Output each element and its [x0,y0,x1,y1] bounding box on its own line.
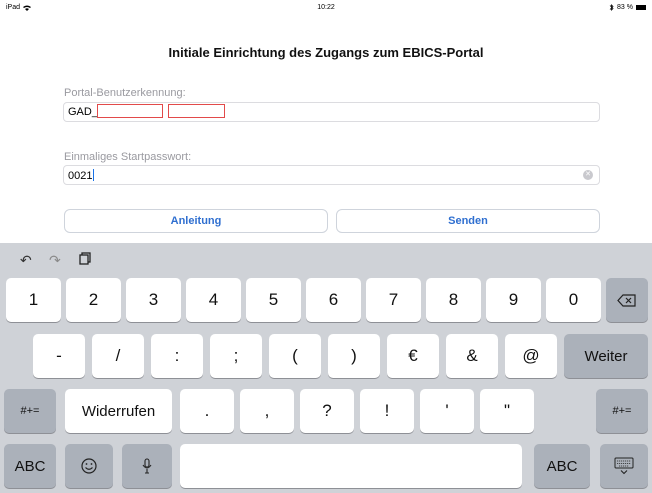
clear-icon[interactable]: ✕ [583,170,593,180]
password-field[interactable]: 0021 ✕ [63,165,600,185]
backspace-key[interactable] [606,278,648,322]
abc-key[interactable]: ABC [534,444,590,488]
key[interactable]: 4 [186,278,241,322]
key[interactable]: 7 [366,278,421,322]
redaction-box [97,104,163,118]
send-button[interactable]: Senden [336,209,600,233]
password-value: 0021 [68,169,95,182]
key[interactable]: 3 [126,278,181,322]
key[interactable]: ) [328,334,380,378]
key[interactable]: , [240,389,294,433]
key[interactable]: & [446,334,498,378]
microphone-icon [142,458,152,474]
key[interactable]: € [387,334,439,378]
backspace-icon [617,293,636,307]
user-id-label: Portal-Benutzerkennung: [64,87,186,99]
key[interactable]: 6 [306,278,361,322]
dictation-key[interactable] [122,444,172,488]
text-cursor [93,169,95,181]
key[interactable]: ? [300,389,354,433]
key[interactable]: ; [210,334,262,378]
keyboard: ↶ ↷ 1 2 3 4 5 6 7 8 9 0 - / : ; ( ) € & … [0,243,652,493]
key[interactable]: : [151,334,203,378]
symbols-shift-key[interactable]: #+= [4,389,56,433]
return-key[interactable]: Weiter [564,334,648,378]
key[interactable]: - [33,334,85,378]
key[interactable]: ! [360,389,414,433]
battery-icon [636,5,646,10]
bluetooth-icon [609,4,614,11]
redaction-box [168,104,225,118]
space-key[interactable] [180,444,522,488]
key[interactable]: 2 [66,278,121,322]
key[interactable]: ' [420,389,474,433]
undo-key[interactable]: Widerrufen [65,389,172,433]
keyboard-toolbar: ↶ ↷ [0,243,652,275]
emoji-icon [81,458,97,474]
status-time: 10:22 [317,4,335,11]
key[interactable]: 8 [426,278,481,322]
battery-percent: 83 % [617,4,633,11]
redo-icon[interactable]: ↷ [49,252,61,269]
user-id-field[interactable]: GAD_ [63,102,600,122]
key[interactable]: / [92,334,144,378]
paste-icon[interactable] [79,252,91,268]
abc-key[interactable]: ABC [4,444,56,488]
key[interactable]: 5 [246,278,301,322]
key[interactable]: . [180,389,234,433]
keyboard-dismiss-icon [614,457,634,475]
key[interactable]: @ [505,334,557,378]
undo-icon[interactable]: ↶ [20,252,32,269]
symbols-shift-key[interactable]: #+= [596,389,648,433]
key[interactable]: ( [269,334,321,378]
screen: { "status": { "device": "iPad", "time": … [0,0,652,493]
page-title: Initiale Einrichtung des Zugangs zum EBI… [168,45,484,60]
guide-button[interactable]: Anleitung [64,209,328,233]
password-label: Einmaliges Startpasswort: [64,151,192,163]
key[interactable]: 0 [546,278,601,322]
key[interactable]: 9 [486,278,541,322]
user-id-value: GAD_ [68,106,98,118]
emoji-key[interactable] [65,444,113,488]
key[interactable]: 1 [6,278,61,322]
dismiss-keyboard-key[interactable] [600,444,648,488]
key[interactable]: " [480,389,534,433]
status-right: 83 % [609,4,646,11]
status-bar: iPad 10:22 83 % [0,0,652,16]
